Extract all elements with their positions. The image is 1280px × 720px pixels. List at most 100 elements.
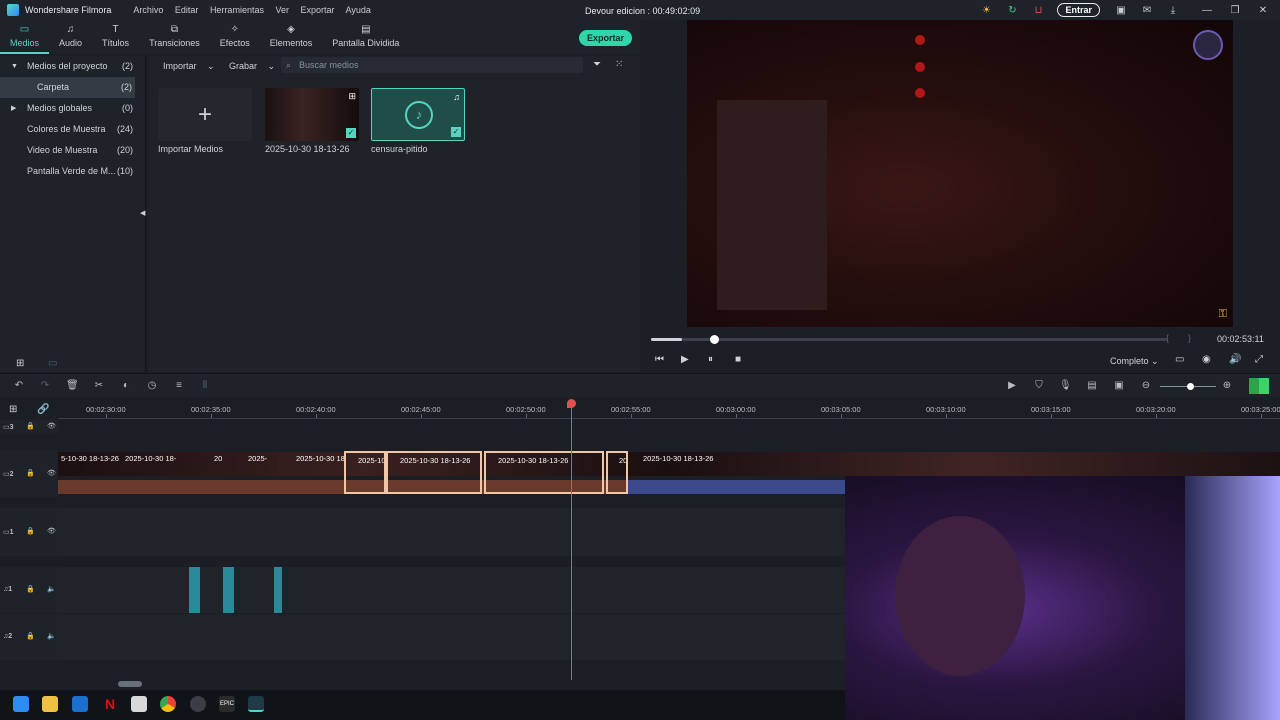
- link-icon[interactable]: 🔗: [37, 404, 49, 415]
- epic-games-icon[interactable]: EPIC: [219, 696, 235, 712]
- pause-icon[interactable]: ⏸: [708, 354, 713, 365]
- zoom-out-icon[interactable]: ⊖: [1140, 380, 1152, 392]
- tab-transiciones[interactable]: ⧉ Transiciones: [139, 20, 210, 54]
- menu-exportar[interactable]: Exportar: [301, 5, 335, 15]
- monitor-icon[interactable]: ▭: [1175, 354, 1184, 365]
- marker-icon[interactable]: ⛉: [1033, 380, 1045, 392]
- cart-icon[interactable]: ⊔: [1031, 3, 1045, 17]
- close-icon[interactable]: ✕: [1256, 3, 1270, 17]
- speed-icon[interactable]: ◷: [146, 380, 158, 392]
- menu-herramientas[interactable]: Herramientas: [210, 5, 264, 15]
- grid-view-icon[interactable]: ⁙: [615, 59, 623, 70]
- menu-archivo[interactable]: Archivo: [133, 5, 163, 15]
- timeline-clip-selected[interactable]: 20: [606, 451, 628, 494]
- volume-icon[interactable]: 🔊: [1229, 354, 1241, 365]
- mail-icon[interactable]: ✉: [1140, 3, 1154, 17]
- menu-ayuda[interactable]: Ayuda: [346, 5, 371, 15]
- download-icon[interactable]: ⤓: [1166, 3, 1180, 17]
- tab-titulos[interactable]: T Títulos: [92, 20, 139, 54]
- audio-clip-beep[interactable]: [223, 567, 234, 613]
- audio-wave-icon[interactable]: ⫴: [199, 380, 211, 392]
- playhead[interactable]: [571, 404, 572, 680]
- render-icon[interactable]: ▶: [1006, 380, 1018, 392]
- timeline-clip-selected[interactable]: 2025-10-30 18-13-26: [484, 451, 604, 494]
- cut-icon[interactable]: ✂: [93, 380, 105, 392]
- filmora-taskbar-icon[interactable]: [248, 696, 264, 712]
- search-input[interactable]: ⌕ Buscar medios: [281, 57, 583, 73]
- eye-icon[interactable]: 👁: [47, 527, 56, 535]
- lock-icon[interactable]: 🔒: [26, 422, 35, 430]
- sidebar-item-medios-globales[interactable]: ▶ Medios globales (0): [0, 98, 145, 119]
- lock-icon[interactable]: 🔒: [26, 527, 35, 535]
- media-thumb-video[interactable]: ⊞ ✓: [265, 88, 359, 141]
- timeline-clip[interactable]: 2025-10-30 18: [280, 451, 344, 494]
- collapse-arrow-icon[interactable]: ◀: [140, 209, 145, 217]
- scroll-thumb[interactable]: [118, 681, 142, 687]
- delete-icon[interactable]: 🗑: [66, 380, 79, 392]
- microphone-icon[interactable]: 🎙: [1059, 380, 1072, 392]
- tab-efectos[interactable]: ✧ Efectos: [210, 20, 260, 54]
- save-icon[interactable]: ▣: [1114, 3, 1128, 17]
- speaker-icon[interactable]: 🔈: [47, 632, 56, 640]
- timeline-clip[interactable]: 5-10-30 18-13-26: [58, 451, 122, 494]
- speaker-icon[interactable]: 🔈: [47, 585, 56, 593]
- add-track-icon[interactable]: ⊞: [9, 404, 17, 415]
- sidebar-item-colores[interactable]: Colores de Muestra (24): [0, 119, 145, 140]
- timeline-clip-selected[interactable]: 2025-10: [344, 451, 386, 494]
- timeline-clip[interactable]: 2025-: [234, 451, 280, 494]
- timeline-clip-selected[interactable]: 2025-10-30 18-13-26: [386, 451, 482, 494]
- zoom-in-icon[interactable]: ⊕: [1221, 380, 1233, 392]
- snapshot-icon[interactable]: ◉: [1202, 354, 1211, 365]
- windows-start-icon[interactable]: [13, 696, 29, 712]
- sidebar-item-pantalla-verde[interactable]: Pantalla Verde de M... (10): [0, 161, 145, 182]
- chrome-icon[interactable]: [160, 696, 176, 712]
- minimize-icon[interactable]: —: [1200, 3, 1214, 17]
- lock-icon[interactable]: 🔒: [26, 469, 35, 477]
- tab-medios[interactable]: ▭ Medios: [0, 20, 50, 54]
- sidebar-item-video-muestra[interactable]: Video de Muestra (20): [0, 140, 145, 161]
- menu-ver[interactable]: Ver: [275, 5, 289, 15]
- new-folder-icon[interactable]: ⊞: [16, 358, 24, 369]
- sync-icon[interactable]: ↻: [1005, 3, 1019, 17]
- undo-icon[interactable]: ↶: [13, 380, 25, 392]
- color-icon[interactable]: ◐: [120, 380, 132, 392]
- tab-pantalla-dividida[interactable]: ▤ Pantalla Dividida: [322, 20, 409, 54]
- import-dropdown[interactable]: Importar ⌄: [163, 59, 215, 73]
- file-explorer-icon[interactable]: [42, 696, 58, 712]
- play-icon[interactable]: ▶: [681, 354, 689, 365]
- record-dropdown[interactable]: Grabar ⌄: [229, 59, 275, 73]
- sun-icon[interactable]: ☀: [979, 3, 993, 17]
- tab-elementos[interactable]: ◈ Elementos: [260, 20, 323, 54]
- progress-knob[interactable]: [709, 335, 719, 344]
- timeline-scrollbar[interactable]: [58, 681, 845, 689]
- preview-video[interactable]: ⚿: [687, 20, 1233, 327]
- redo-icon[interactable]: ↷: [39, 380, 51, 392]
- prev-frame-icon[interactable]: ⏮: [655, 354, 664, 365]
- quality-dropdown[interactable]: Completo ⌄: [1110, 356, 1159, 367]
- playhead-handle[interactable]: [567, 399, 576, 408]
- timeline-clip[interactable]: 20: [198, 451, 234, 494]
- layout-icon[interactable]: [1249, 378, 1269, 394]
- timeline-clip[interactable]: 2025-10-30 18-: [122, 451, 198, 494]
- voiceover-icon[interactable]: ▤: [1086, 380, 1098, 392]
- pip-icon[interactable]: ▣: [1113, 380, 1125, 392]
- app-icon[interactable]: [131, 696, 147, 712]
- zoom-knob[interactable]: [1187, 383, 1194, 390]
- lock-icon[interactable]: 🔒: [26, 585, 35, 593]
- export-button[interactable]: Exportar: [579, 30, 633, 46]
- steam-icon[interactable]: [190, 696, 206, 712]
- timeline-clip[interactable]: 2025-10-30 18-13-26: [630, 451, 845, 494]
- mark-out-icon[interactable]: }: [1188, 333, 1191, 343]
- eye-icon[interactable]: 👁: [47, 422, 56, 430]
- filter-icon[interactable]: ⏷: [593, 59, 601, 70]
- sidebar-item-carpeta[interactable]: Carpeta (2): [0, 77, 135, 98]
- restore-icon[interactable]: ❐: [1228, 3, 1242, 17]
- store-icon[interactable]: [72, 696, 88, 712]
- mark-in-icon[interactable]: {: [1166, 333, 1169, 343]
- audio-clip-beep[interactable]: [189, 567, 200, 613]
- media-thumb-audio[interactable]: ♪ ♫ ✓: [371, 88, 465, 141]
- eye-icon[interactable]: 👁: [47, 469, 56, 477]
- fullscreen-icon[interactable]: ⤢: [1255, 354, 1263, 365]
- playback-progress[interactable]: [651, 335, 1167, 344]
- lock-icon[interactable]: 🔒: [26, 632, 35, 640]
